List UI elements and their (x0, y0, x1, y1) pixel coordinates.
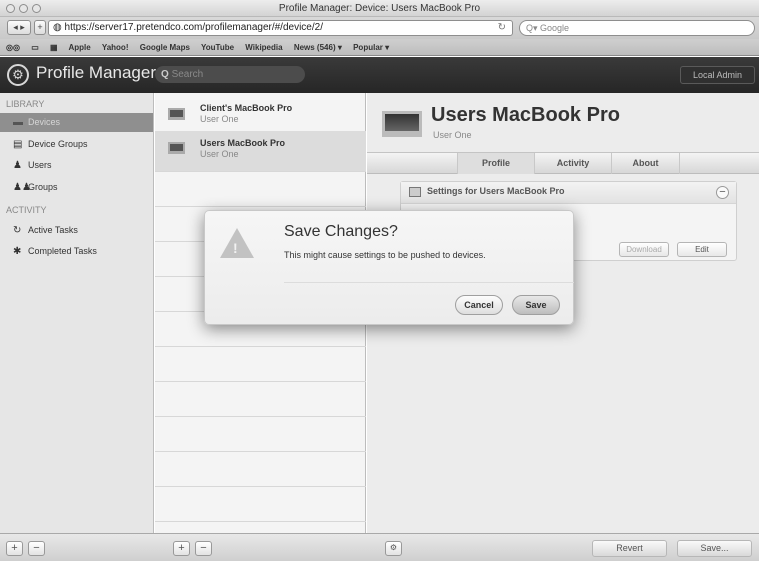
web-search-placeholder: Google (540, 23, 570, 33)
laptop-icon (168, 142, 185, 154)
add-bookmark-button[interactable]: + (34, 20, 46, 35)
sidebar-item-device-groups[interactable]: ▤ Device Groups (0, 135, 153, 154)
bookmark-apple[interactable]: Apple (69, 43, 91, 52)
dialog-divider (284, 282, 574, 283)
edit-button[interactable]: Edit (677, 242, 727, 257)
sidebar-item-label: Completed Tasks (28, 246, 97, 256)
detail-footer: ⚙ Revert Save... (367, 533, 759, 561)
sidebar-item-label: Active Tasks (28, 225, 78, 235)
device-name: Users MacBook Pro (200, 138, 286, 148)
dialog-title: Save Changes? (284, 223, 398, 240)
search-placeholder: Search (171, 69, 204, 80)
sidebar: LIBRARY ▬ Devices ▤ Device Groups ♟ User… (0, 93, 154, 533)
window-titlebar: Profile Manager: Device: Users MacBook P… (0, 0, 759, 17)
device-title: Users MacBook Pro (431, 104, 620, 126)
minimize-window-button[interactable] (19, 4, 28, 13)
library-header: LIBRARY (6, 99, 45, 109)
list-footer: + − (155, 533, 367, 561)
gear-icon[interactable]: ⚙ (385, 541, 402, 556)
download-button[interactable]: Download (619, 242, 669, 257)
save-button[interactable]: Save... (677, 540, 752, 557)
cancel-button[interactable]: Cancel (455, 295, 503, 315)
sidebar-footer: + − (0, 533, 155, 561)
completed-tasks-icon: ✱ (13, 246, 22, 257)
reading-list-icon[interactable]: ◎◎ (6, 43, 20, 52)
row-divider (155, 486, 366, 487)
sidebar-item-devices[interactable]: ▬ Devices (0, 113, 153, 132)
device-icon: ▬ (13, 117, 23, 128)
window-title: Profile Manager: Device: Users MacBook P… (278, 3, 481, 14)
device-user: User One (200, 114, 239, 124)
add-button[interactable]: + (6, 541, 23, 556)
bookmarks-bar: ◎◎ ▭ ▦ Apple Yahoo! Google Maps YouTube … (0, 39, 759, 56)
laptop-icon (168, 108, 185, 120)
tab-profile[interactable]: Profile (457, 153, 534, 174)
remove-button[interactable]: − (28, 541, 45, 556)
settings-icon (409, 187, 421, 197)
tab-activity[interactable]: Activity (534, 153, 611, 174)
row-divider (155, 346, 366, 347)
back-forward-button[interactable]: ◂ ▸ (7, 20, 31, 35)
web-search-field[interactable]: Q▾ Google (519, 20, 755, 36)
group-icon: ♟♟ (13, 182, 31, 193)
bookmark-wikipedia[interactable]: Wikipedia (245, 43, 282, 52)
user-icon: ♟ (13, 160, 22, 171)
bookmark-yahoo[interactable]: Yahoo! (102, 43, 129, 52)
device-subtitle: User One (433, 130, 472, 140)
revert-button[interactable]: Revert (592, 540, 667, 557)
profile-manager-logo-icon: ⚙ (7, 64, 29, 86)
top-sites-icon[interactable]: ▦ (50, 43, 58, 52)
list-item[interactable]: Client's MacBook Pro User One (155, 95, 366, 135)
laptop-icon (382, 111, 422, 137)
settings-header: Settings for Users MacBook Pro − (401, 182, 736, 204)
active-tasks-icon: ↻ (13, 225, 22, 236)
url-field[interactable]: ◍ https://server17.pretendco.com/profile… (48, 20, 513, 36)
bookmark-news[interactable]: News (546) ▾ (294, 43, 342, 52)
bookmark-google-maps[interactable]: Google Maps (140, 43, 190, 52)
tab-about[interactable]: About (611, 153, 680, 174)
add-device-button[interactable]: + (173, 541, 190, 556)
list-item[interactable]: Users MacBook Pro User One (155, 131, 366, 171)
close-window-button[interactable] (6, 4, 15, 13)
remove-device-button[interactable]: − (195, 541, 212, 556)
sidebar-item-label: Groups (28, 182, 58, 192)
collapse-button[interactable]: − (716, 186, 729, 199)
sidebar-item-completed-tasks[interactable]: ✱ Completed Tasks (0, 242, 153, 261)
settings-title: Settings for Users MacBook Pro (427, 186, 565, 196)
device-user: User One (200, 149, 239, 159)
device-name: Client's MacBook Pro (200, 103, 293, 113)
local-admin-button[interactable]: Local Admin (680, 66, 755, 84)
app-title: Profile Manager (36, 63, 157, 82)
device-group-icon: ▤ (13, 139, 23, 150)
activity-header: ACTIVITY (6, 205, 47, 215)
dialog-message: This might cause settings to be pushed t… (284, 250, 486, 260)
sidebar-item-label: Users (28, 160, 52, 170)
row-divider (155, 381, 366, 382)
reload-icon[interactable]: ↻ (498, 21, 506, 35)
sidebar-item-active-tasks[interactable]: ↻ Active Tasks (0, 221, 153, 240)
zoom-window-button[interactable] (32, 4, 41, 13)
tab-bar: Profile Activity About (367, 152, 759, 174)
save-changes-dialog: ! Save Changes? This might cause setting… (204, 210, 574, 325)
sidebar-item-label: Device Groups (28, 139, 88, 149)
url-text: https://server17.pretendco.com/profilema… (64, 22, 323, 33)
row-divider (155, 521, 366, 522)
globe-icon: ◍ (53, 22, 65, 33)
search-input[interactable]: Q Search (155, 66, 305, 83)
exclamation-mark: ! (233, 240, 238, 256)
bookmarks-icon[interactable]: ▭ (31, 43, 39, 52)
row-divider (155, 206, 366, 207)
sidebar-item-label: Devices (28, 117, 61, 127)
sidebar-item-users[interactable]: ♟ Users (0, 156, 153, 175)
app-header: ⚙ Profile Manager Q Search Local Admin (0, 57, 759, 93)
browser-toolbar: ◂ ▸ + ◍ https://server17.pretendco.com/p… (0, 17, 759, 39)
bookmark-youtube[interactable]: YouTube (201, 43, 234, 52)
row-divider (155, 416, 366, 417)
search-icon: Q (161, 69, 172, 80)
row-divider (155, 451, 366, 452)
row-divider (155, 171, 366, 172)
sidebar-item-groups[interactable]: ♟♟ Groups (0, 178, 153, 197)
save-dialog-button[interactable]: Save (512, 295, 560, 315)
bookmark-popular[interactable]: Popular ▾ (353, 43, 389, 52)
